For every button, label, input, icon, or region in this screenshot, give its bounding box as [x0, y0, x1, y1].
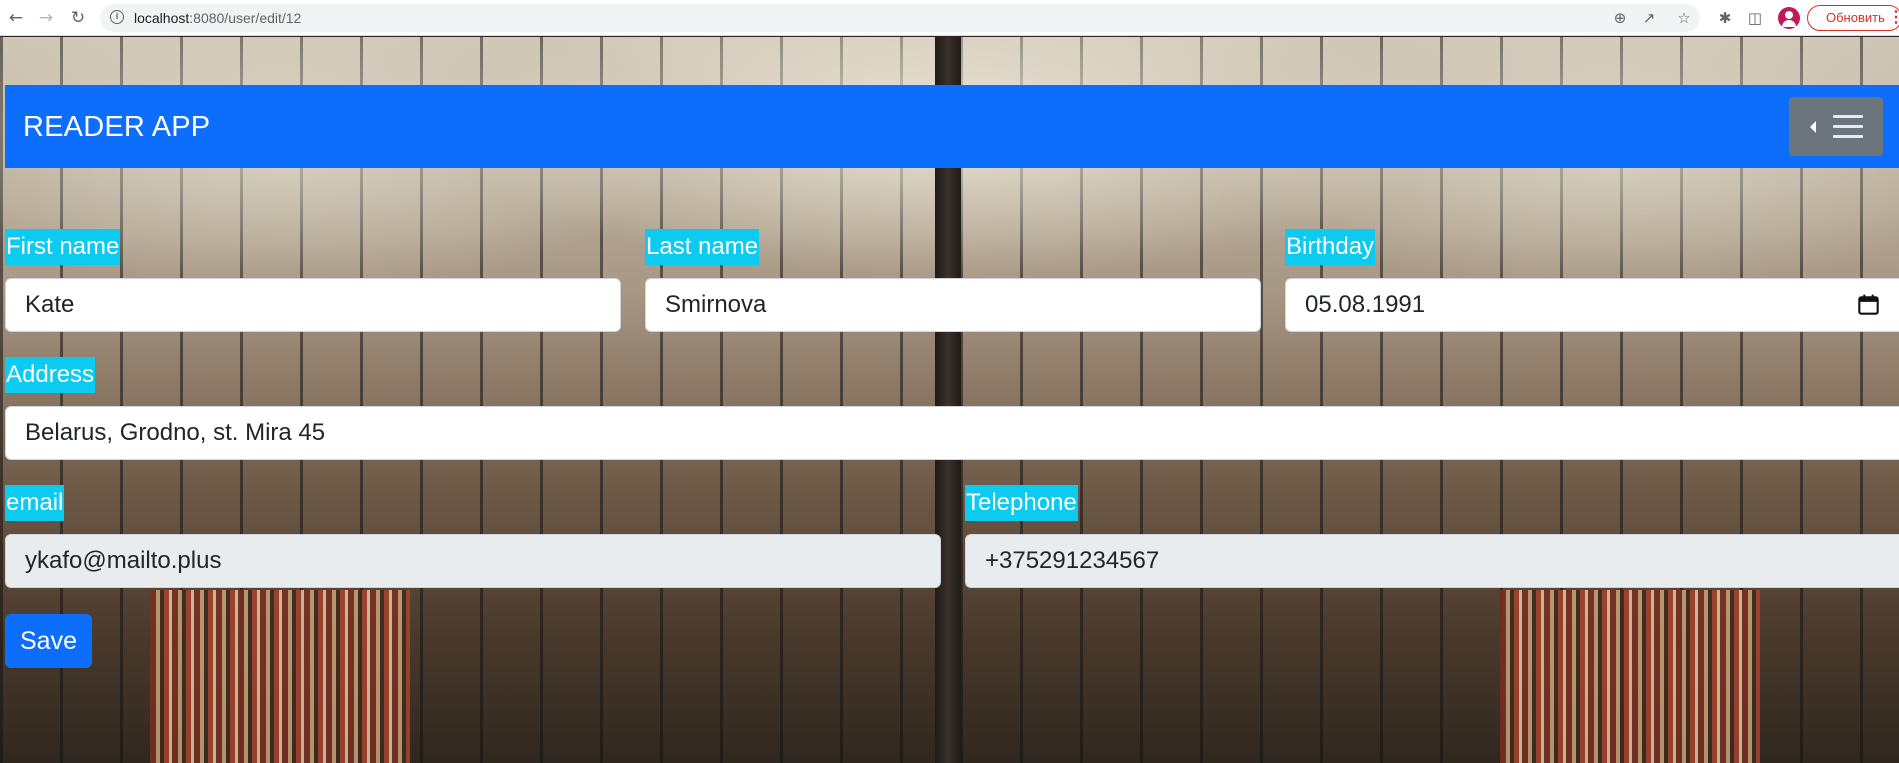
menu-icon[interactable]: ⋮	[1888, 8, 1899, 28]
forward-icon[interactable]: →	[36, 8, 56, 28]
birthday-label: Birthday	[1285, 229, 1376, 265]
address-label: Address	[5, 357, 96, 393]
first-name-label: First name	[5, 229, 121, 265]
bookshelf-left	[150, 590, 410, 763]
save-button[interactable]: Save	[5, 614, 92, 668]
share-icon[interactable]: ↗	[1639, 8, 1659, 28]
last-name-field[interactable]: Smirnova	[645, 278, 1261, 332]
app-navbar: READER APP	[5, 85, 1899, 168]
extensions-icon[interactable]: ✱	[1715, 8, 1735, 28]
navbar-toggler-button[interactable]	[1789, 97, 1883, 156]
email-field[interactable]: ykafo@mailto.plus	[5, 534, 941, 588]
address-field[interactable]: Belarus, Grodno, st. Mira 45	[5, 406, 1899, 460]
url-text[interactable]: localhost:8080/user/edit/12	[134, 10, 301, 26]
profile-icon[interactable]	[1778, 7, 1800, 29]
sidebar-icon[interactable]: ◫	[1745, 8, 1765, 28]
birthday-field[interactable]: 05.08.1991	[1285, 278, 1899, 332]
back-icon[interactable]: ←	[6, 8, 26, 28]
update-button[interactable]: Обновить	[1807, 5, 1899, 31]
telephone-label: Telephone	[965, 485, 1078, 521]
calendar-icon[interactable]	[1858, 294, 1879, 315]
birthday-value: 05.08.1991	[1305, 291, 1426, 318]
first-name-field[interactable]: Kate	[5, 278, 621, 332]
zoom-icon[interactable]: ⊕	[1610, 8, 1630, 28]
browser-toolbar: ← → ↻ i localhost:8080/user/edit/12 ⊕ ↗ …	[0, 0, 1899, 36]
last-name-label: Last name	[645, 229, 760, 265]
address-bar[interactable]: i localhost:8080/user/edit/12 ⊕ ↗ ☆	[100, 4, 1700, 32]
caret-left-icon	[1810, 121, 1816, 133]
hamburger-icon	[1833, 115, 1863, 139]
app-brand[interactable]: READER APP	[23, 111, 210, 144]
star-icon[interactable]: ☆	[1674, 8, 1694, 28]
reload-icon[interactable]: ↻	[68, 8, 88, 28]
email-label: email	[5, 485, 65, 521]
telephone-field[interactable]: +375291234567	[965, 534, 1899, 588]
info-icon[interactable]: i	[110, 10, 124, 24]
bookshelf-right	[1500, 590, 1760, 763]
